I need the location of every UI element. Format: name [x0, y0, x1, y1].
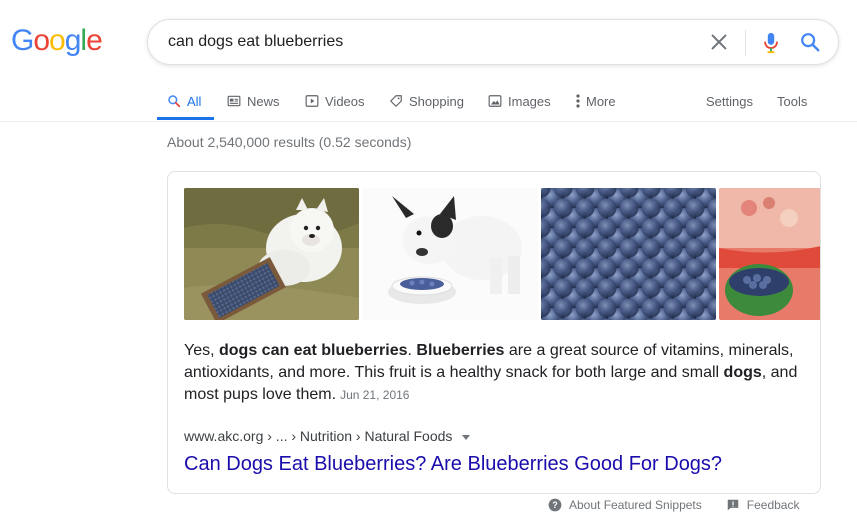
result-url-breadcrumb: www.akc.org › ... › Nutrition › Natural …: [184, 428, 471, 444]
search-icon: [168, 95, 181, 108]
search-divider: [745, 30, 746, 56]
about-featured-snippets-link[interactable]: ? About Featured Snippets: [548, 498, 702, 512]
snippet-bold: dogs: [723, 364, 762, 381]
clear-icon[interactable]: [708, 31, 730, 53]
header-divider: [0, 121, 857, 122]
tag-icon: [390, 95, 402, 107]
tab-label: News: [247, 93, 280, 109]
snippet-image-strip: [184, 188, 821, 320]
logo-letter: o: [33, 24, 50, 57]
search-tabs: All News Videos Shopping Images More Set…: [0, 82, 857, 122]
tab-videos[interactable]: Videos: [305, 82, 365, 120]
tab-more[interactable]: More: [576, 82, 616, 120]
search-box: can dogs eat blueberries: [147, 19, 839, 65]
tab-label: Images: [508, 93, 551, 109]
help-icon: ?: [548, 498, 562, 512]
snippet-footer: ? About Featured Snippets Feedback: [548, 498, 799, 512]
snippet-image-blueberries[interactable]: [541, 188, 716, 320]
logo-letter: G: [11, 24, 34, 57]
feedback-icon: [727, 499, 739, 511]
result-title-link[interactable]: Can Dogs Eat Blueberries? Are Blueberrie…: [184, 451, 722, 477]
tab-label: More: [586, 93, 616, 109]
image-icon: [488, 95, 502, 107]
result-url: www.akc.org › ... › Nutrition › Natural …: [184, 428, 453, 444]
result-stats: About 2,540,000 results (0.52 seconds): [167, 134, 412, 150]
tab-label: Videos: [325, 93, 365, 109]
tools-link[interactable]: Tools: [777, 82, 807, 120]
snippet-date: Jun 21, 2016: [340, 388, 410, 402]
microphone-icon[interactable]: [760, 31, 782, 55]
search-icon[interactable]: [799, 31, 821, 53]
active-tab-indicator: [157, 117, 214, 120]
more-vert-icon: [576, 94, 580, 108]
feedback-link[interactable]: Feedback: [726, 498, 800, 512]
tab-label: Shopping: [409, 93, 464, 109]
tab-all[interactable]: All: [167, 82, 201, 120]
snippet-image-bowl[interactable]: [719, 188, 821, 320]
search-input[interactable]: can dogs eat blueberries: [168, 20, 688, 64]
logo-letter: o: [49, 24, 66, 57]
svg-text:?: ?: [552, 500, 557, 510]
snippet-text-part: Yes,: [184, 342, 219, 359]
url-menu-arrow-icon[interactable]: [462, 434, 471, 440]
snippet-bold: Blueberries: [416, 342, 505, 359]
news-icon: [227, 95, 241, 107]
snippet-bold: dogs can eat blueberries: [219, 342, 408, 359]
tab-news[interactable]: News: [227, 82, 280, 120]
feedback-label: Feedback: [746, 498, 800, 512]
about-snippets-label: About Featured Snippets: [569, 498, 702, 512]
tab-label: All: [187, 93, 202, 109]
tab-shopping[interactable]: Shopping: [389, 82, 464, 120]
logo-letter: e: [86, 24, 103, 57]
settings-link[interactable]: Settings: [706, 82, 753, 120]
logo-letter: g: [64, 24, 82, 57]
video-icon: [305, 95, 319, 107]
snippet-image-bulldog[interactable]: [362, 188, 538, 320]
snippet-image-dog[interactable]: [184, 188, 359, 320]
google-logo[interactable]: Google: [11, 24, 103, 58]
snippet-text: Yes, dogs can eat blueberries. Blueberri…: [184, 340, 804, 406]
featured-snippet-card: Yes, dogs can eat blueberries. Blueberri…: [167, 171, 821, 494]
tab-images[interactable]: Images: [488, 82, 551, 120]
